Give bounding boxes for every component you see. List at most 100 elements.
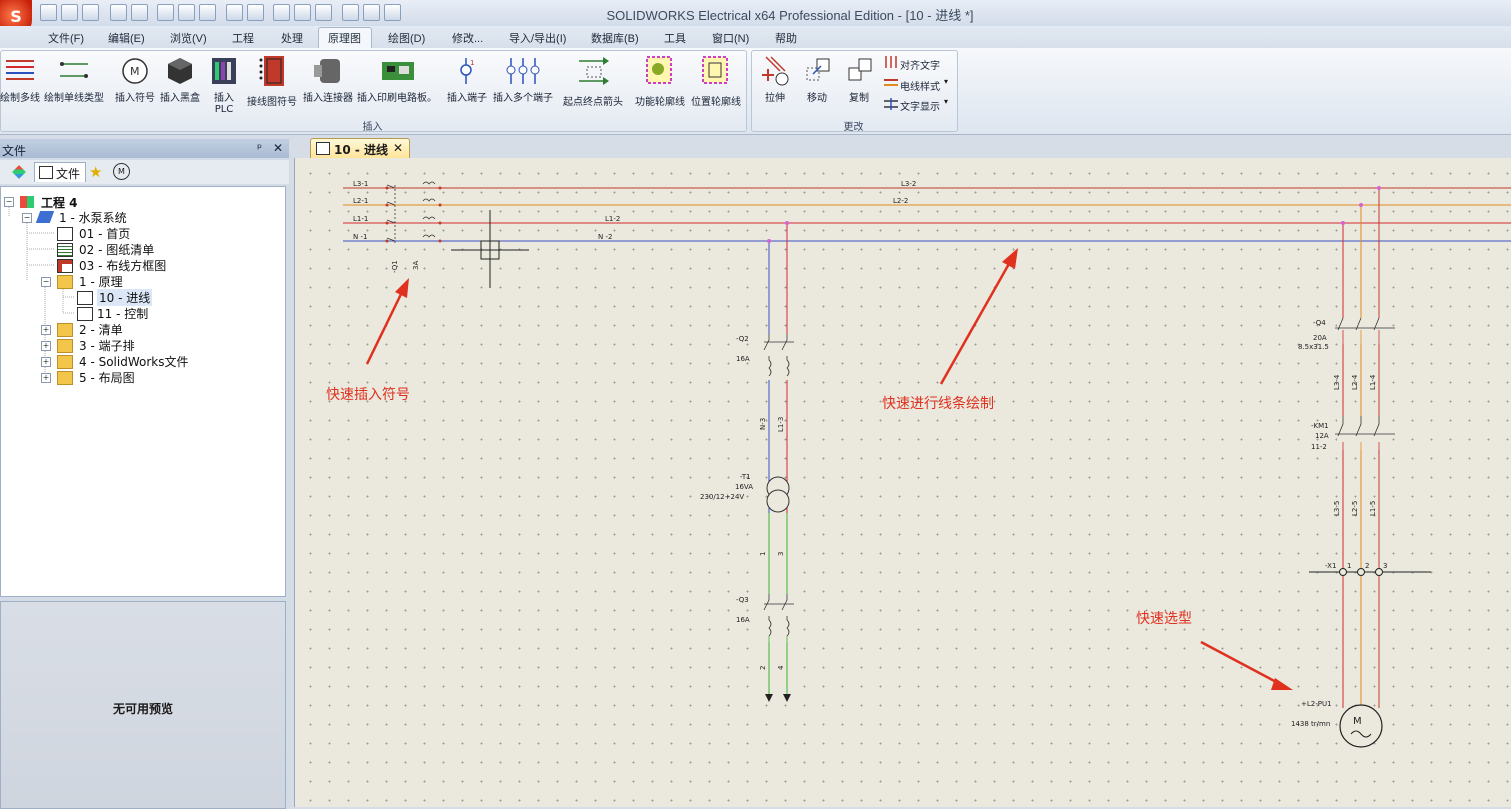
tree-page-02[interactable]: 02 - 图纸清单 xyxy=(79,241,154,258)
print-icon[interactable] xyxy=(82,4,99,21)
next-page-icon[interactable] xyxy=(247,4,264,21)
t1-rating: 16VA xyxy=(735,483,753,491)
insert-multi-terminal-button[interactable]: 插入多个端子 xyxy=(490,89,556,104)
tree-folder-principle[interactable]: 1 - 原理 xyxy=(79,273,123,290)
menu-tools[interactable]: 工具 xyxy=(664,30,686,46)
tree-folder-5[interactable]: 5 - 布局图 xyxy=(79,369,135,386)
tree-folder-4[interactable]: 4 - SolidWorks文件 xyxy=(79,353,188,370)
km1-ref: 11-2 xyxy=(1311,443,1327,451)
symbol-tab-icon[interactable]: M xyxy=(113,163,130,180)
insert-plc-button[interactable]: 插入 PLC xyxy=(204,89,244,115)
insert-symbol-button[interactable]: 插入符号 xyxy=(113,89,157,104)
tree-page-01[interactable]: 01 - 首页 xyxy=(79,225,130,242)
move-button[interactable]: 移动 xyxy=(800,89,834,104)
km1-rating: 12A xyxy=(1315,432,1329,440)
zoom-icon[interactable] xyxy=(294,4,311,21)
favorites-tab-icon[interactable]: ★ xyxy=(89,163,102,181)
cut-icon[interactable] xyxy=(157,4,174,21)
text-display-icon xyxy=(884,98,898,110)
text-display-button[interactable]: 文字显示 xyxy=(900,98,940,113)
draw-multiwire-button[interactable]: 绘制多线 xyxy=(0,89,40,104)
insert-connector-button[interactable]: 插入连接器 xyxy=(300,89,356,104)
expand-folder-3[interactable]: + xyxy=(41,341,51,351)
expand-folder-5[interactable]: + xyxy=(41,373,51,383)
pan-icon[interactable] xyxy=(315,4,332,21)
menu-modify[interactable]: 修改... xyxy=(452,30,483,46)
copy-button[interactable]: 复制 xyxy=(842,89,876,104)
align-text-button[interactable]: 对齐文字 xyxy=(900,57,940,72)
origin-arrow-l1 xyxy=(783,694,791,702)
function-outline-button[interactable]: 功能轮廓线 xyxy=(633,93,687,108)
drawing-canvas[interactable]: L3-1 L2-1 L1-1 N -1 L3-2 L2-2 L1-2 N -2 … xyxy=(294,158,1511,807)
wire-tag-l1-5: L1-5 xyxy=(1369,501,1377,516)
menu-process[interactable]: 处理 xyxy=(281,30,303,46)
insert-terminal-button[interactable]: 插入端子 xyxy=(444,89,490,104)
tab-files[interactable]: 文件 xyxy=(34,162,86,182)
menu-edit[interactable]: 编辑(E) xyxy=(108,30,145,46)
expand-book[interactable]: − xyxy=(22,213,32,223)
prev-page-icon[interactable] xyxy=(226,4,243,21)
expand-folder-principle[interactable]: − xyxy=(41,277,51,287)
copy-small-icon[interactable] xyxy=(178,4,195,21)
q4-size: 8.5x31.5 xyxy=(1298,343,1329,351)
bus-label-l2-2: L2-2 xyxy=(893,197,908,205)
location-outline-icon xyxy=(702,56,728,84)
refresh-icon[interactable] xyxy=(342,4,359,21)
draw-single-wire-icon xyxy=(60,62,88,78)
menu-file[interactable]: 文件(F) xyxy=(48,30,84,46)
redo-icon[interactable] xyxy=(131,4,148,21)
menu-draw[interactable]: 绘图(D) xyxy=(388,30,425,46)
menu-window[interactable]: 窗口(N) xyxy=(712,30,749,46)
motor-speed: 1438 tr/mn xyxy=(1291,720,1330,728)
page-list-icon xyxy=(57,243,73,257)
menu-schematic[interactable]: 原理图 xyxy=(328,30,361,46)
motor-tag: +L2-PU1 xyxy=(1301,700,1332,708)
tree-folder-3[interactable]: 3 - 端子排 xyxy=(79,337,135,354)
wire-style-dropdown-icon[interactable]: ▾ xyxy=(944,77,948,86)
page-cover-icon xyxy=(57,227,73,241)
menu-project[interactable]: 工程 xyxy=(232,30,254,46)
stretch-icon xyxy=(762,56,789,86)
new-icon[interactable] xyxy=(40,4,57,21)
wire-tag-n3: N-3 xyxy=(759,418,767,430)
copy-icon xyxy=(848,58,872,81)
insert-symbol-icon: M xyxy=(122,58,148,84)
menu-database[interactable]: 数据库(B) xyxy=(591,30,639,46)
stretch-button[interactable]: 拉伸 xyxy=(758,89,792,104)
t1-tag: -T1 xyxy=(740,473,751,481)
connection-symbol-button[interactable]: 接线图符号 xyxy=(245,93,299,108)
tree-book[interactable]: 1 - 水泵系统 xyxy=(59,209,127,226)
panel-close-icon[interactable]: ✕ xyxy=(273,141,283,155)
wire-style-button[interactable]: 电线样式 xyxy=(900,78,940,93)
find-icon[interactable] xyxy=(363,4,380,21)
tree-folder-2[interactable]: 2 - 清单 xyxy=(79,321,123,338)
menu-import-export[interactable]: 导入/导出(I) xyxy=(509,30,566,46)
components-tab-icon[interactable] xyxy=(12,165,26,179)
document-tab-close-icon[interactable]: ✕ xyxy=(393,141,403,155)
tree-schematic-10[interactable]: 10 - 进线 xyxy=(97,289,153,306)
insert-pcb-button[interactable]: 插入印刷电路板。 xyxy=(356,89,438,104)
insert-blackbox-button[interactable]: 插入黑盒 xyxy=(158,89,202,104)
folder-icon xyxy=(57,339,73,353)
tree-page-03[interactable]: 03 - 布线方框图 xyxy=(79,257,166,274)
expand-project[interactable]: − xyxy=(4,197,14,207)
undo-icon[interactable] xyxy=(110,4,127,21)
zoom-window-icon[interactable] xyxy=(273,4,290,21)
align-text-icon xyxy=(885,56,897,68)
tree-schematic-11[interactable]: 11 - 控制 xyxy=(97,305,148,322)
origin-arrow-n xyxy=(765,694,773,702)
tab-document[interactable]: 10 - 进线 ✕ xyxy=(310,138,410,158)
paste-icon[interactable] xyxy=(199,4,216,21)
text-display-dropdown-icon[interactable]: ▾ xyxy=(944,97,948,106)
location-outline-button[interactable]: 位置轮廓线 xyxy=(689,93,743,108)
draw-single-wire-button[interactable]: 绘制单线类型 xyxy=(42,89,106,104)
menu-view[interactable]: 浏览(V) xyxy=(170,30,207,46)
menu-help[interactable]: 帮助 xyxy=(775,30,797,46)
breaker-q3 xyxy=(763,594,794,646)
panel-pin-icon[interactable]: ᵖ xyxy=(257,141,262,155)
save-icon[interactable] xyxy=(61,4,78,21)
origin-arrow-button[interactable]: 起点终点箭头 xyxy=(560,93,626,108)
expand-folder-4[interactable]: + xyxy=(41,357,51,367)
expand-folder-2[interactable]: + xyxy=(41,325,51,335)
motor-small-icon[interactable] xyxy=(384,4,401,21)
